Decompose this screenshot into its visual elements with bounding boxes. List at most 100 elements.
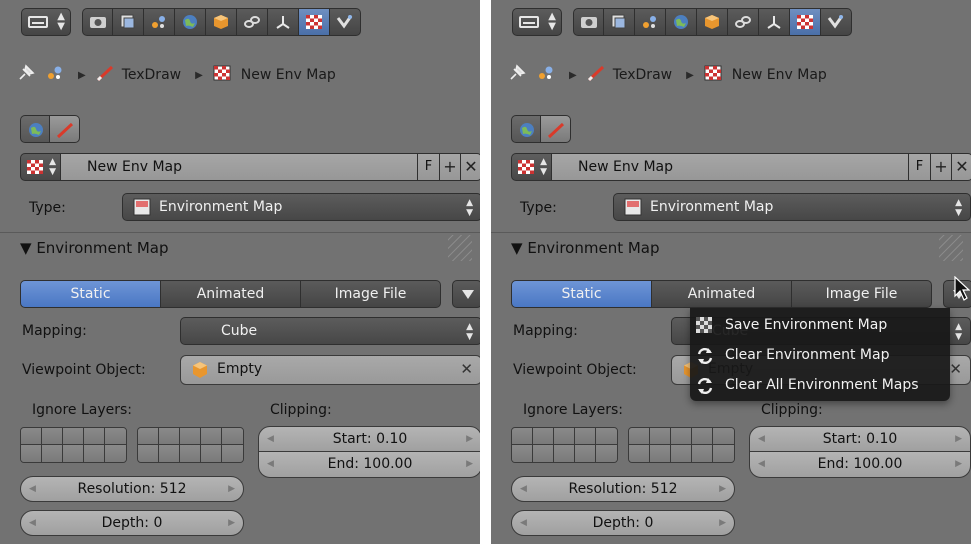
scene-icon xyxy=(537,64,555,86)
decrement-arrow-icon: ◀ xyxy=(29,518,36,528)
increment-arrow-icon: ▶ xyxy=(466,434,473,444)
environment-map-panel-header[interactable]: ▼ Environment Map xyxy=(0,232,480,266)
particles-tab-icon[interactable] xyxy=(821,8,852,36)
dropdown-arrows-icon: ▲ ▼ xyxy=(955,322,962,342)
texture-name-field[interactable]: New Env Map xyxy=(552,153,909,181)
breadcrumb-separator-icon: ▶ xyxy=(78,69,86,81)
image-file-button[interactable]: Image File xyxy=(792,280,932,308)
animated-button[interactable]: Animated xyxy=(652,280,792,308)
decrement-arrow-icon: ◀ xyxy=(758,459,765,469)
object-tab-icon[interactable] xyxy=(206,8,237,36)
breadcrumb: ▶ TexDraw ▶ New Env Map xyxy=(16,60,456,90)
image-file-button[interactable]: Image File xyxy=(301,280,441,308)
brush-texture-button[interactable] xyxy=(541,115,571,143)
clip-start-field[interactable]: ◀ Start: 0.10 ▶ xyxy=(749,426,971,452)
depth-field[interactable]: ◀ Depth: 0 ▶ xyxy=(20,510,244,536)
fake-user-button[interactable]: F xyxy=(418,153,440,181)
context-tabs xyxy=(82,8,362,36)
scene-tab-icon[interactable] xyxy=(144,8,175,36)
pin-icon[interactable] xyxy=(16,63,36,87)
viewpoint-object-value: Empty xyxy=(217,361,263,377)
depth-field[interactable]: ◀ Depth: 0 ▶ xyxy=(511,510,735,536)
particles-tab-icon[interactable] xyxy=(330,8,361,36)
decrement-arrow-icon: ◀ xyxy=(520,484,527,494)
new-texture-button[interactable]: + xyxy=(440,153,461,181)
static-button[interactable]: Static xyxy=(511,280,652,308)
render-tab-icon[interactable] xyxy=(82,8,113,36)
ignore-layers-grid-2[interactable] xyxy=(628,427,735,463)
render-layers-tab-icon[interactable] xyxy=(113,8,144,36)
unlink-texture-button[interactable]: ✕ xyxy=(461,153,480,181)
environment-map-panel-header[interactable]: ▼ Environment Map xyxy=(491,232,971,266)
clipping-label: Clipping: xyxy=(761,402,823,418)
ignore-layers-grid-2[interactable] xyxy=(137,427,244,463)
render-layers-tab-icon[interactable] xyxy=(604,8,635,36)
resolution-field[interactable]: ◀ Resolution: 512 ▶ xyxy=(20,476,244,502)
properties-panel-left: ▲ ▼ ▶ TexDraw ▶ New Env Map ▲ ▼ New Env … xyxy=(0,0,480,544)
new-texture-button[interactable]: + xyxy=(931,153,952,181)
ignore-layers-label: Ignore Layers: xyxy=(523,402,624,418)
texture-tab-icon[interactable] xyxy=(299,8,330,36)
texture-id-block: ▲ ▼ New Env Map F + ✕ xyxy=(511,153,971,181)
brush-icon xyxy=(587,64,607,86)
render-tab-icon[interactable] xyxy=(573,8,604,36)
mapping-label: Mapping: xyxy=(513,323,578,339)
unlink-texture-button[interactable]: ✕ xyxy=(952,153,971,181)
object-data-tab-icon[interactable] xyxy=(268,8,299,36)
object-icon xyxy=(193,362,207,378)
texture-browse-button[interactable]: ▲ ▼ xyxy=(20,153,61,181)
texture-type-dropdown[interactable]: Environment Map ▲ ▼ xyxy=(613,193,971,221)
world-tab-icon[interactable] xyxy=(666,8,697,36)
constraints-tab-icon[interactable] xyxy=(728,8,759,36)
clear-all-environment-maps-item[interactable]: Clear All Environment Maps xyxy=(690,371,950,401)
ignore-layers-grid-1[interactable] xyxy=(20,427,127,463)
viewpoint-object-field[interactable]: Empty ✕ xyxy=(180,355,480,385)
pin-icon[interactable] xyxy=(507,63,527,87)
save-environment-map-item[interactable]: Save Environment Map xyxy=(690,311,950,341)
envmap-specials-menu-button[interactable] xyxy=(452,280,480,308)
ignore-layers-grid-1[interactable] xyxy=(511,427,618,463)
dropdown-arrows-icon: ▲ ▼ xyxy=(466,198,473,218)
clip-end-field[interactable]: ◀ End: 100.00 ▶ xyxy=(258,452,480,478)
drag-grip-icon[interactable] xyxy=(448,235,472,261)
refresh-icon xyxy=(696,347,714,369)
clear-field-icon[interactable]: ✕ xyxy=(460,360,473,378)
scene-tab-icon[interactable] xyxy=(635,8,666,36)
world-texture-button[interactable] xyxy=(511,115,541,143)
breadcrumb-texture: New Env Map xyxy=(240,67,336,83)
breadcrumb-separator-icon: ▶ xyxy=(686,69,694,81)
texture-name-field[interactable]: New Env Map xyxy=(61,153,418,181)
fake-user-button[interactable]: F xyxy=(909,153,931,181)
mapping-dropdown[interactable]: Cube ▲▼ xyxy=(180,317,480,345)
increment-arrow-icon: ▶ xyxy=(719,518,726,528)
collapse-triangle-icon: ▼ xyxy=(20,239,37,257)
down-triangle-icon xyxy=(462,290,474,299)
resolution-field[interactable]: ◀ Resolution: 512 ▶ xyxy=(511,476,735,502)
drag-grip-icon[interactable] xyxy=(939,235,963,261)
texture-type-dropdown[interactable]: Environment Map ▲ ▼ xyxy=(122,193,480,221)
clear-environment-map-item[interactable]: Clear Environment Map xyxy=(690,341,950,371)
world-texture-button[interactable] xyxy=(20,115,50,143)
static-button[interactable]: Static xyxy=(20,280,161,308)
texture-browse-button[interactable]: ▲ ▼ xyxy=(511,153,552,181)
editor-type-selector[interactable]: ▲ ▼ xyxy=(21,8,71,36)
dropdown-arrows-icon: ▲ ▼ xyxy=(466,322,473,342)
texture-type-value: Environment Map xyxy=(650,199,774,215)
clip-start-field[interactable]: ◀ Start: 0.10 ▶ xyxy=(258,426,480,452)
world-tab-icon[interactable] xyxy=(175,8,206,36)
texture-tab-icon[interactable] xyxy=(790,8,821,36)
editor-type-selector[interactable]: ▲ ▼ xyxy=(512,8,562,36)
texture-context-buttons xyxy=(511,115,571,143)
increment-arrow-icon: ▶ xyxy=(719,484,726,494)
breadcrumb-material: TexDraw xyxy=(612,67,673,83)
animated-button[interactable]: Animated xyxy=(161,280,301,308)
texture-id-block: ▲ ▼ New Env Map F + ✕ xyxy=(20,153,480,181)
clip-end-field[interactable]: ◀ End: 100.00 ▶ xyxy=(749,452,971,478)
brush-texture-button[interactable] xyxy=(50,115,80,143)
object-tab-icon[interactable] xyxy=(697,8,728,36)
object-data-tab-icon[interactable] xyxy=(759,8,790,36)
texture-icon xyxy=(704,65,722,85)
increment-arrow-icon: ▶ xyxy=(228,518,235,528)
constraints-tab-icon[interactable] xyxy=(237,8,268,36)
clear-field-icon[interactable]: ✕ xyxy=(949,360,962,378)
